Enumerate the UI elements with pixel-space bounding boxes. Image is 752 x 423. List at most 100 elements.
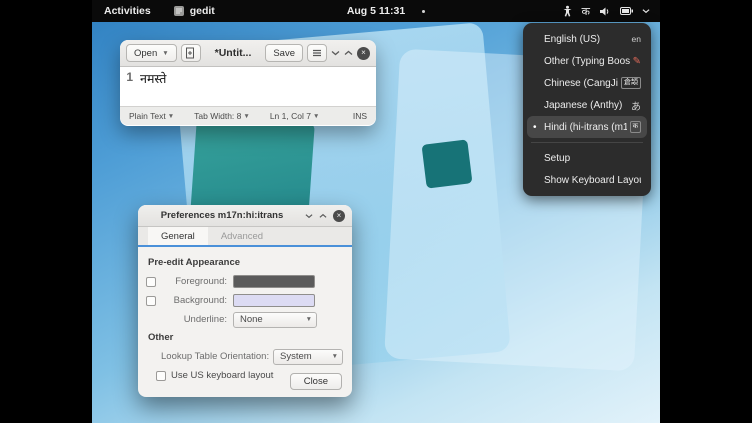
underline-dropdown[interactable]: None ▼	[233, 312, 317, 328]
menu-separator	[531, 142, 643, 143]
maximize-button[interactable]	[319, 213, 327, 219]
preedit-section-title: Pre-edit Appearance	[148, 257, 342, 268]
chevron-down-icon	[642, 8, 650, 14]
battery-icon	[620, 7, 633, 15]
chevron-down-icon: ▼	[243, 113, 249, 120]
chevron-down-icon: ▼	[168, 113, 174, 120]
menu-button[interactable]	[307, 44, 327, 62]
layout-badge: あ	[631, 98, 641, 113]
editor-text: नमस्ते	[136, 67, 166, 106]
line-number: 1	[120, 67, 136, 106]
app-menu-label: gedit	[190, 5, 215, 17]
minimize-button[interactable]	[305, 213, 313, 219]
insert-mode-label: INS	[353, 111, 367, 121]
chevron-down-icon: ▼	[306, 316, 312, 323]
background-label: Background:	[161, 295, 233, 306]
background-row: Background:	[146, 291, 342, 310]
filetype-dropdown[interactable]: Plain Text ▼	[129, 111, 174, 121]
chevron-down-icon: ▼	[313, 113, 319, 120]
background-checkbox[interactable]	[146, 296, 156, 306]
notification-dot	[422, 10, 425, 13]
filetype-label: Plain Text	[129, 111, 166, 121]
keyboard-layout-indicator[interactable]: क	[582, 4, 590, 19]
gedit-app-icon	[173, 5, 185, 17]
open-button[interactable]: Open ▼	[126, 44, 177, 62]
cursor-position-dropdown[interactable]: Ln 1, Col 7 ▼	[270, 111, 320, 121]
us-keyboard-label: Use US keyboard layout	[171, 370, 273, 381]
background-color-button[interactable]	[233, 294, 315, 307]
gedit-statusbar: Plain Text ▼ Tab Width: 8 ▼ Ln 1, Col 7 …	[120, 106, 376, 125]
accessibility-icon	[562, 5, 573, 17]
desktop: Open ▼ *Untit... Save	[92, 0, 660, 423]
lookup-orientation-label: Lookup Table Orientation:	[161, 351, 273, 362]
lookup-orientation-dropdown[interactable]: System ▼	[273, 349, 343, 365]
typing-booster-icon: ✎	[633, 56, 641, 67]
open-button-label: Open	[134, 48, 157, 59]
volume-icon	[599, 6, 611, 17]
cursor-position-label: Ln 1, Col 7	[270, 111, 311, 121]
menu-item-label: Other (Typing Booster)	[544, 56, 630, 67]
menu-item-typing-booster[interactable]: Other (Typing Booster) ✎	[527, 50, 647, 72]
menu-item-label: English (US)	[544, 34, 629, 45]
text-editor-area[interactable]: 1 नमस्ते	[120, 67, 376, 106]
preferences-dialog: Preferences m17n:hi:itrans × General Adv…	[138, 205, 352, 397]
top-bar: Activities gedit Aug 5 11:31 क	[92, 0, 660, 22]
new-document-icon	[185, 47, 196, 59]
tab-general[interactable]: General	[148, 227, 208, 245]
menu-item-label: Japanese (Anthy)	[544, 100, 628, 111]
menu-item-chinese[interactable]: Chinese (CangJie5) 倉頡	[527, 72, 647, 94]
dialog-tabs: General Advanced	[138, 227, 352, 247]
window-title: *Untit...	[205, 47, 262, 59]
close-button[interactable]: ×	[333, 210, 345, 222]
lookup-row: Lookup Table Orientation: System ▼	[146, 347, 342, 366]
foreground-checkbox[interactable]	[146, 277, 156, 287]
layout-badge: en	[632, 34, 641, 44]
menu-item-label: Chinese (CangJie5)	[544, 78, 618, 89]
app-menu[interactable]: gedit	[163, 0, 225, 22]
underline-value: None	[240, 314, 304, 325]
system-status-area[interactable]: क	[558, 0, 654, 22]
hamburger-icon	[312, 49, 322, 57]
menu-item-show-keyboard-layout[interactable]: Show Keyboard Layout	[527, 169, 647, 191]
dialog-close-label: Close	[304, 376, 328, 387]
activities-button[interactable]: Activities	[92, 0, 163, 22]
menu-item-japanese[interactable]: Japanese (Anthy) あ	[527, 94, 647, 116]
save-button[interactable]: Save	[265, 44, 303, 62]
underline-label: Underline:	[161, 314, 233, 325]
clock[interactable]: Aug 5 11:31	[347, 0, 405, 22]
selection-bullet: •	[533, 122, 541, 133]
maximize-button[interactable]	[344, 50, 353, 56]
foreground-color-button[interactable]	[233, 275, 315, 288]
dialog-title: Preferences m17n:hi:itrans	[138, 210, 306, 221]
gedit-headerbar: Open ▼ *Untit... Save	[120, 40, 376, 67]
foreground-row: Foreground:	[146, 272, 342, 291]
menu-item-label: Setup	[544, 153, 641, 164]
chevron-down-icon: ▼	[162, 50, 168, 57]
new-document-button[interactable]	[181, 44, 201, 62]
dialog-headerbar: Preferences m17n:hi:itrans ×	[138, 205, 352, 227]
menu-item-label: Show Keyboard Layout	[544, 175, 641, 186]
dialog-body: Pre-edit Appearance Foreground: Backgrou…	[138, 247, 352, 385]
wallpaper-shape	[421, 139, 472, 188]
other-section-title: Other	[148, 332, 342, 343]
chevron-down-icon: ▼	[332, 353, 338, 360]
tab-width-dropdown[interactable]: Tab Width: 8 ▼	[194, 111, 250, 121]
minimize-button[interactable]	[331, 50, 340, 56]
input-source-menu: English (US) en Other (Typing Booster) ✎…	[523, 23, 651, 196]
tab-width-label: Tab Width: 8	[194, 111, 241, 121]
menu-item-setup[interactable]: Setup	[527, 147, 647, 169]
close-button[interactable]: ×	[357, 47, 370, 60]
layout-badge: क	[630, 121, 641, 133]
dialog-close-button[interactable]: Close	[290, 373, 342, 390]
save-button-label: Save	[273, 48, 295, 59]
lookup-orientation-value: System	[280, 351, 330, 362]
us-keyboard-checkbox[interactable]	[156, 371, 166, 381]
gedit-window: Open ▼ *Untit... Save	[120, 40, 376, 126]
menu-item-label: Hindi (hi-itrans (m17n))	[544, 122, 627, 133]
layout-badge: 倉頡	[621, 77, 641, 89]
tab-advanced[interactable]: Advanced	[208, 227, 276, 245]
foreground-label: Foreground:	[161, 276, 233, 287]
menu-item-english[interactable]: English (US) en	[527, 28, 647, 50]
menu-item-hindi[interactable]: • Hindi (hi-itrans (m17n)) क	[527, 116, 647, 138]
underline-row: Underline: None ▼	[146, 310, 342, 329]
